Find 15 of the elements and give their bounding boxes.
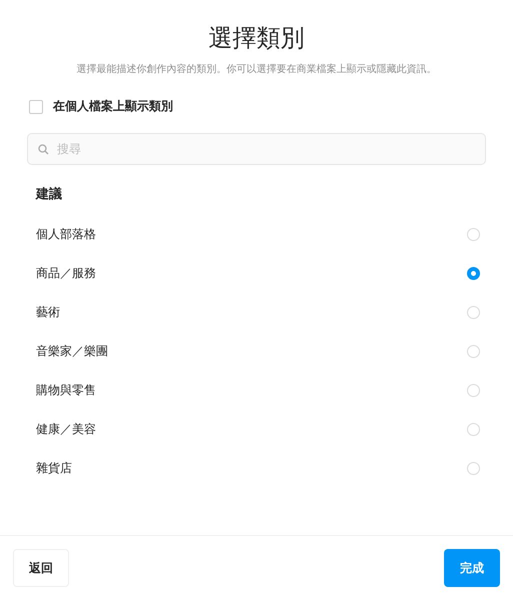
search-field[interactable]: 搜尋 <box>27 133 486 165</box>
category-label: 商品／服務 <box>36 265 96 282</box>
category-label: 購物與零售 <box>36 382 96 399</box>
checkbox-label: 在個人檔案上顯示類別 <box>53 98 173 115</box>
back-button[interactable]: 返回 <box>13 549 69 587</box>
category-label: 雜貨店 <box>36 460 72 477</box>
checkbox[interactable] <box>29 100 43 114</box>
category-label: 個人部落格 <box>36 226 96 243</box>
category-label: 健康／美容 <box>36 421 96 438</box>
dialog-title: 選擇類別 <box>208 23 306 54</box>
category-label: 音樂家／樂團 <box>36 343 108 360</box>
dialog-subtitle: 選擇最能描述你創作內容的類別。你可以選擇要在商業檔案上顯示或隱藏此資訊。 <box>76 62 438 76</box>
category-label: 藝術 <box>36 304 60 321</box>
radio-button[interactable] <box>467 267 480 280</box>
section-heading: 建議 <box>36 186 63 203</box>
